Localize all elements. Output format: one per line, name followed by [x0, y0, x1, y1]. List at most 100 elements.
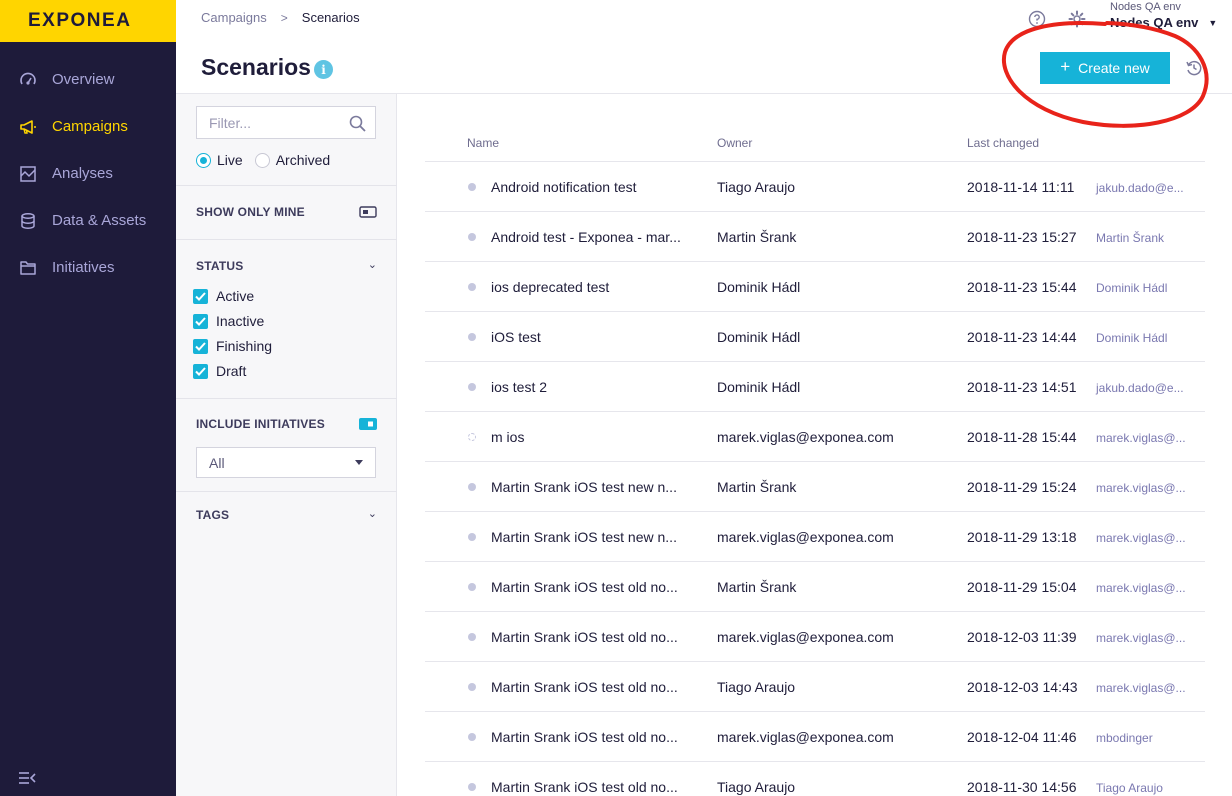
- scenario-owner: Martin Šrank: [717, 579, 797, 595]
- scenario-changed-by: marek.viglas@...: [1096, 581, 1186, 595]
- scenario-owner: Dominik Hádl: [717, 329, 801, 345]
- initiatives-select-value: All: [209, 454, 225, 471]
- sidebar-item-initiatives[interactable]: Initiatives: [0, 244, 176, 291]
- status-dot-icon: [468, 733, 476, 741]
- scenario-changed-by: Tiago Araujo: [1096, 781, 1163, 795]
- scenario-name[interactable]: Android test - Exponea - mar...: [491, 229, 681, 245]
- status-checkbox-inactive[interactable]: Inactive: [193, 313, 264, 329]
- status-dot-icon: [468, 383, 476, 391]
- chevron-down-icon[interactable]: ⌄: [368, 258, 377, 271]
- filter-input[interactable]: Filter...: [196, 106, 376, 139]
- column-header-name[interactable]: Name: [467, 136, 499, 150]
- status-dot-icon: [468, 333, 476, 341]
- scenario-owner: Tiago Araujo: [717, 679, 796, 695]
- plus-icon: +: [1060, 57, 1071, 76]
- table-row[interactable]: Martin Srank iOS test old no... Tiago Ara…: [425, 762, 1205, 796]
- status-checkbox-draft[interactable]: Draft: [193, 363, 246, 379]
- scenario-name[interactable]: Martin Srank iOS test old no...: [491, 579, 678, 595]
- sidebar-item-data-assets[interactable]: Data & Assets: [0, 197, 176, 244]
- table-row[interactable]: m ios marek.viglas@exponea.com 2018-11-28 …: [425, 412, 1205, 462]
- breadcrumb-current: Scenarios: [301, 10, 360, 25]
- history-icon[interactable]: [1185, 59, 1203, 77]
- scenario-name[interactable]: ios test 2: [491, 379, 547, 395]
- top-bar: Campaigns > Scenarios Nodes QA env Nodes…: [176, 0, 1232, 42]
- info-icon[interactable]: i: [314, 60, 333, 79]
- initiatives-select[interactable]: All: [196, 447, 376, 478]
- sidebar-item-label: Data & Assets: [52, 212, 147, 229]
- scenario-name[interactable]: Martin Srank iOS test old no...: [491, 679, 678, 695]
- scenario-name[interactable]: Martin Srank iOS test old no...: [491, 779, 678, 795]
- scenario-last-changed: 2018-11-23 14:51: [967, 379, 1077, 395]
- scenario-last-changed: 2018-11-29 15:24: [967, 479, 1077, 495]
- toggle-on-icon[interactable]: [359, 418, 377, 430]
- radio-archived[interactable]: [254, 152, 270, 168]
- breadcrumb-campaigns[interactable]: Campaigns: [201, 10, 267, 25]
- environment-label: Nodes QA env ▼: [1110, 15, 1217, 30]
- sidebar-item-campaigns[interactable]: Campaigns: [0, 103, 176, 150]
- checkbox-checked-icon: [193, 363, 208, 379]
- status-dot-icon: [468, 483, 476, 491]
- sidebar-item-overview[interactable]: Overview: [0, 56, 176, 103]
- table-row[interactable]: ios test 2 Dominik Hádl 2018-11-23 14:51 ja…: [425, 362, 1205, 412]
- logo-bar: EXPONEA: [0, 0, 176, 42]
- radio-archived-label[interactable]: Archived: [276, 152, 330, 168]
- live-archived-radios: Live Archived: [196, 152, 342, 168]
- column-header-owner[interactable]: Owner: [717, 136, 752, 150]
- status-dot-icon: [468, 633, 476, 641]
- search-icon[interactable]: [349, 115, 366, 132]
- gear-icon[interactable]: [1068, 10, 1086, 28]
- environment-switcher[interactable]: Nodes QA env Nodes QA env ▼: [1110, 1, 1217, 30]
- scenario-name[interactable]: Martin Srank iOS test new n...: [491, 529, 677, 545]
- scenario-name[interactable]: iOS test: [491, 329, 541, 345]
- scenario-name[interactable]: m ios: [491, 429, 524, 445]
- status-label: Inactive: [216, 313, 265, 329]
- scenario-last-changed: 2018-11-28 15:44: [967, 429, 1077, 445]
- folder-icon: [18, 258, 38, 278]
- scenario-name[interactable]: Android notification test: [491, 179, 637, 195]
- table-row[interactable]: iOS test Dominik Hádl 2018-11-23 14:44 Domi…: [425, 312, 1205, 362]
- table-row[interactable]: Martin Srank iOS test old no... marek.vig…: [425, 712, 1205, 762]
- scenario-name[interactable]: Martin Srank iOS test old no...: [491, 729, 678, 745]
- table-row[interactable]: Martin Srank iOS test new n... Martin Šra…: [425, 462, 1205, 512]
- table-row[interactable]: ios deprecated test Dominik Hádl 2018-11-2…: [425, 262, 1205, 312]
- scenario-name[interactable]: Martin Srank iOS test new n...: [491, 479, 677, 495]
- sidebar-item-analyses[interactable]: Analyses: [0, 150, 176, 197]
- table-row[interactable]: Martin Srank iOS test old no... marek.vig…: [425, 612, 1205, 662]
- status-checkbox-finishing[interactable]: Finishing: [193, 338, 272, 354]
- sidebar-nav: Overview Campaigns Analyses Data & Asset…: [0, 56, 176, 291]
- chevron-down-icon[interactable]: ⌄: [368, 507, 377, 520]
- status-dot-icon: [468, 183, 476, 191]
- include-initiatives-section: INCLUDE INITIATIVES All: [176, 398, 397, 491]
- filter-panel: Filter... Live Archived SHOW ONLY MINE S…: [176, 94, 397, 796]
- table-row[interactable]: Android test - Exponea - mar... Martin Šr…: [425, 212, 1205, 262]
- help-icon[interactable]: [1028, 10, 1046, 28]
- status-checkbox-active[interactable]: Active: [193, 288, 254, 304]
- scenario-name[interactable]: Martin Srank iOS test old no...: [491, 629, 678, 645]
- radio-live[interactable]: [196, 152, 211, 168]
- page-header: Scenarios i + Create new: [176, 42, 1232, 94]
- scenario-owner: Dominik Hádl: [717, 379, 801, 395]
- status-dot-icon: [468, 783, 476, 791]
- scenario-changed-by: Dominik Hádl: [1096, 331, 1168, 345]
- sidebar-item-label: Initiatives: [52, 259, 115, 276]
- scenario-owner: Tiago Araujo: [717, 779, 796, 795]
- show-only-mine-label: SHOW ONLY MINE: [196, 205, 305, 219]
- scenario-last-changed: 2018-11-23 15:27: [967, 229, 1077, 245]
- page-title: Scenarios: [201, 54, 311, 80]
- scenario-changed-by: marek.viglas@...: [1096, 531, 1186, 545]
- scenario-last-changed: 2018-12-03 11:39: [967, 629, 1077, 645]
- breadcrumb-separator: >: [280, 10, 288, 25]
- create-new-button[interactable]: + Create new: [1040, 52, 1170, 84]
- table-row[interactable]: Martin Srank iOS test new n... marek.vigl…: [425, 512, 1205, 562]
- scenario-name[interactable]: ios deprecated test: [491, 279, 609, 295]
- collapse-sidebar-icon[interactable]: [18, 770, 38, 786]
- column-header-last-changed[interactable]: Last changed: [967, 136, 1039, 150]
- table-row[interactable]: Martin Srank iOS test old no... Martin Šr…: [425, 562, 1205, 612]
- toggle-off-icon[interactable]: [359, 206, 377, 218]
- table-row[interactable]: Android notification test Tiago Araujo 201…: [425, 162, 1205, 212]
- exponea-logo[interactable]: EXPONEA: [28, 10, 131, 32]
- table-row[interactable]: Martin Srank iOS test old no... Tiago Ara…: [425, 662, 1205, 712]
- scenario-owner: Dominik Hádl: [717, 279, 801, 295]
- caret-down-icon: ▼: [1208, 17, 1218, 28]
- radio-live-label[interactable]: Live: [217, 152, 243, 168]
